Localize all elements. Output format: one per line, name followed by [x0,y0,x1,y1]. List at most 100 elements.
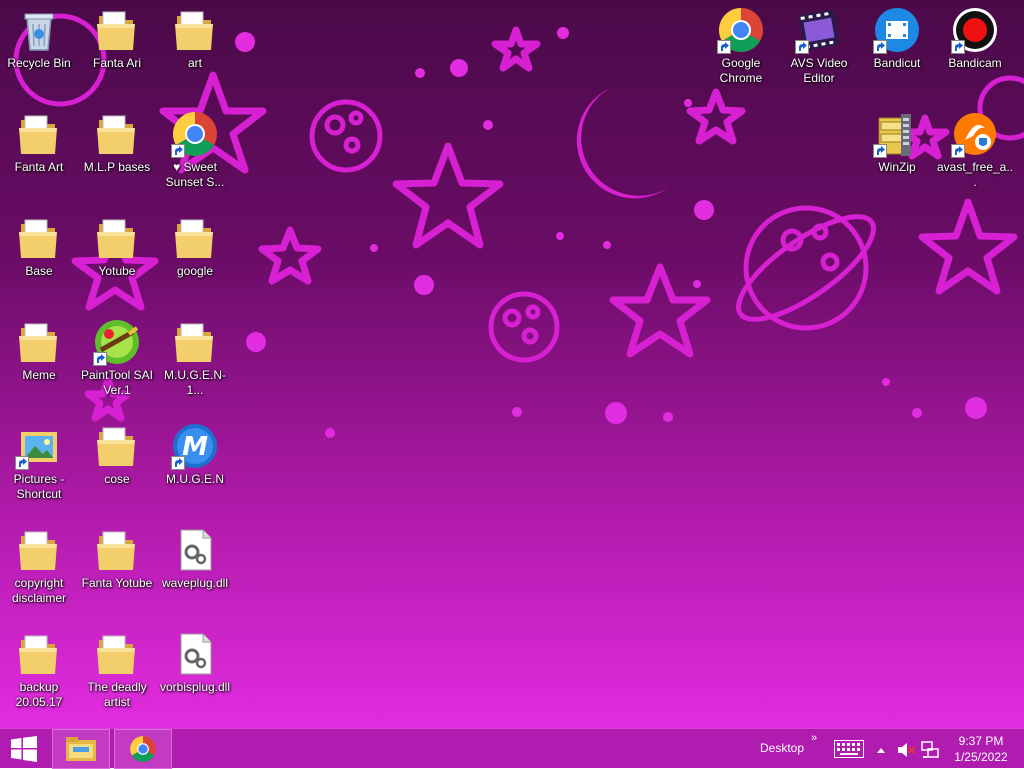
chrome-icon [130,736,156,762]
desktop-icon-bandicam[interactable]: Bandicam [936,0,1014,100]
file-explorer-icon [66,737,96,761]
desktop-icon-label: Fanta Art [14,160,64,174]
folder-icon [15,110,63,158]
pictures-icon [15,422,63,470]
desktop[interactable]: Recycle Bin Fanta Ari art Fanta Art M.L.P ba… [0,0,1024,728]
shortcut-arrow-icon [15,456,29,470]
desktop-icon-label: Base [25,264,53,278]
network-icon[interactable] [921,741,939,759]
desktop-icon-m-l-p-bases[interactable]: M.L.P bases [78,104,156,204]
desktop-icon-fanta-ari[interactable]: Fanta Ari [78,0,156,100]
desktop-icon-m-u-g-e-n[interactable]: M M.U.G.E.N [156,416,234,516]
folder-icon [93,422,141,470]
desktop-icon-avs-video-editor[interactable]: AVS Video Editor [780,0,858,100]
desktop-icon-label: Fanta Ari [92,56,142,70]
clock-time: 9:37 PM [958,734,1004,748]
speaker-muted-icon[interactable] [897,742,915,758]
avast-icon [951,110,999,158]
desktop-icon-yotube[interactable]: Yotube [78,208,156,308]
windows-start-icon [11,736,37,762]
taskbar-file-explorer[interactable] [52,729,110,769]
taskbar-chrome[interactable] [114,729,172,769]
desktop-icon-label: M.U.G.E.N-1... [164,368,226,397]
chrome-icon [717,6,765,54]
desktop-icon-google-chrome[interactable]: Google Chrome [702,0,780,100]
desktop-toolbar-label[interactable]: Desktop [760,741,804,755]
desktop-icon-label: AVS Video Editor [790,56,848,85]
shortcut-arrow-icon [171,456,185,470]
shortcut-arrow-icon [93,352,107,366]
recycle-bin-icon [15,6,63,54]
keyboard-icon[interactable] [834,740,864,758]
mugen-icon: M [171,422,219,470]
desktop-icon-bandicut[interactable]: Bandicut [858,0,936,100]
dll-file-icon [171,630,219,678]
desktop-icon-backup-20-05-17[interactable]: backup 20.05.17 [0,624,78,724]
desktop-icon-label: vorbisplug.dll [159,680,231,694]
desktop-icon-m-u-g-e-n-1[interactable]: M.U.G.E.N-1... [156,312,234,412]
folder-icon [171,214,219,262]
desktop-icon-recycle-bin[interactable]: Recycle Bin [0,0,78,100]
folder-icon [171,318,219,366]
folder-icon [15,318,63,366]
desktop-icon-google[interactable]: google [156,208,234,308]
desktop-icon-label: WinZip [878,160,916,174]
shortcut-arrow-icon [171,144,185,158]
desktop-icon-label: Yotube [98,264,136,278]
desktop-icon-label: Bandicam [948,56,1002,70]
folder-icon [93,526,141,574]
desktop-icon-avast-free-a[interactable]: avast_free_a... [936,104,1014,204]
desktop-icon-vorbisplug-dll[interactable]: vorbisplug.dll [156,624,234,724]
avs-video-editor-icon [795,6,843,54]
bandicam-icon [951,6,999,54]
desktop-icon-label: copyright disclaimer [11,576,66,605]
desktop-icon-label: The deadly artist [87,680,147,709]
taskbar: Desktop » 9:37 PM 1/25/2022 [0,728,1024,769]
desktop-icon-label: art [187,56,202,70]
folder-icon [15,630,63,678]
toolbar-chevron[interactable]: » [811,732,817,744]
desktop-icon-the-deadly-artist[interactable]: The deadly artist [78,624,156,724]
desktop-icon-base[interactable]: Base [0,208,78,308]
desktop-icon-label: avast_free_a... [936,160,1014,189]
folder-icon [15,214,63,262]
bandicut-icon [873,6,921,54]
start-button[interactable] [0,729,48,769]
desktop-icon-label: M.L.P bases [83,160,151,174]
shortcut-arrow-icon [795,40,809,54]
desktop-icon-art[interactable]: art [156,0,234,100]
desktop-icon-label: ♥ Sweet Sunset S... [165,160,225,189]
desktop-icon-copyright-disclaimer[interactable]: copyright disclaimer [0,520,78,620]
folder-icon [93,214,141,262]
clock-date: 1/25/2022 [954,750,1008,764]
shortcut-arrow-icon [951,40,965,54]
folder-icon [93,630,141,678]
shortcut-arrow-icon [951,144,965,158]
shortcut-arrow-icon [873,144,887,158]
folder-icon [93,110,141,158]
desktop-icon-fanta-yotube[interactable]: Fanta Yotube [78,520,156,620]
desktop-icon-label: Recycle Bin [7,56,71,70]
desktop-icon-label: Bandicut [873,56,921,70]
desktop-icon-label: Pictures - Shortcut [13,472,65,501]
folder-icon [93,6,141,54]
desktop-icon-winzip[interactable]: WinZip [858,104,936,204]
desktop-icon-label: Meme [22,368,56,382]
chrome-icon [171,110,219,158]
clock[interactable]: 9:37 PM 1/25/2022 [948,733,1014,765]
shortcut-arrow-icon [873,40,887,54]
desktop-icon-meme[interactable]: Meme [0,312,78,412]
show-hidden-icons-icon[interactable] [876,746,886,754]
desktop-icon-cose[interactable]: cose [78,416,156,516]
shortcut-arrow-icon [717,40,731,54]
desktop-icon-pictures-shortcut[interactable]: Pictures - Shortcut [0,416,78,516]
desktop-icon-waveplug-dll[interactable]: waveplug.dll [156,520,234,620]
winzip-icon [873,110,921,158]
desktop-icon-fanta-art[interactable]: Fanta Art [0,104,78,204]
desktop-icon-sweet-sunset-s[interactable]: ♥ Sweet Sunset S... [156,104,234,204]
folder-icon [15,526,63,574]
painttool-sai-icon [93,318,141,366]
desktop-icon-painttool-sai-ver-1[interactable]: PaintTool SAI Ver.1 [78,312,156,412]
desktop-icon-label: google [176,264,214,278]
desktop-icon-label: backup 20.05.17 [15,680,63,709]
